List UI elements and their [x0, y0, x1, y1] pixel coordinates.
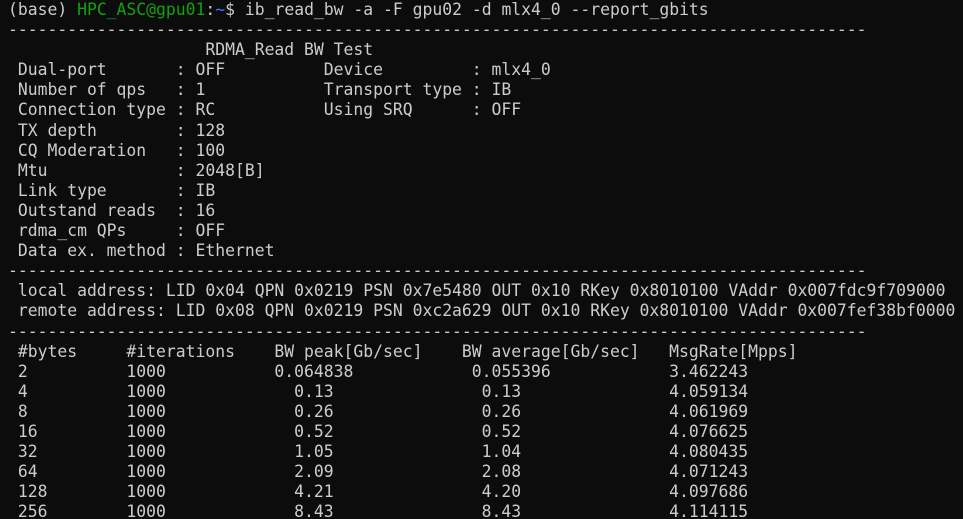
setting-line: TX depth : 128	[8, 120, 226, 140]
prompt-colon: :	[205, 0, 216, 19]
local-address-line: local address: LID 0x04 QPN 0x0219 PSN 0…	[8, 281, 946, 301]
results-row: 256 1000 8.43 8.43 4.114115	[8, 502, 749, 519]
prompt-path: ~	[215, 0, 226, 19]
setting-line: rdma_cm QPs : OFF	[8, 221, 226, 241]
separator-line: ----------------------------------------…	[8, 321, 867, 341]
prompt-user-host: HPC_ASC@gpu01	[77, 0, 206, 19]
setting-line: Data ex. method : Ethernet	[8, 241, 275, 261]
results-row: 32 1000 1.05 1.04 4.080435	[8, 442, 749, 462]
separator-line: ----------------------------------------…	[8, 261, 867, 281]
results-row: 128 1000 4.21 4.20 4.097686	[8, 482, 749, 502]
setting-line: Dual-port : OFF Device : mlx4_0	[8, 60, 551, 80]
setting-line: Link type : IB	[8, 180, 216, 200]
terminal-window[interactable]: (base) HPC_ASC@gpu01:~$ ib_read_bw -a -F…	[0, 0, 963, 519]
command-text: ib_read_bw -a -F gpu02 -d mlx4_0 --repor…	[244, 0, 709, 19]
setting-line: Outstand reads : 16	[8, 200, 216, 220]
setting-line: Connection type : RC Using SRQ : OFF	[8, 100, 522, 120]
test-title: RDMA_Read BW Test	[8, 40, 374, 60]
results-row: 8 1000 0.26 0.26 4.061969	[8, 401, 749, 421]
setting-line: CQ Moderation : 100	[8, 140, 226, 160]
prompt-symbol: $	[225, 0, 245, 19]
results-row: 64 1000 2.09 2.08 4.071243	[8, 462, 749, 482]
results-row: 2 1000 0.064838 0.055396 3.462243	[8, 361, 749, 381]
command-line: (base) HPC_ASC@gpu01:~$ ib_read_bw -a -F…	[8, 0, 963, 20]
setting-line: Mtu : 2048[B]	[8, 160, 265, 180]
remote-address-line: remote address: LID 0x08 QPN 0x0219 PSN …	[8, 301, 956, 321]
results-row: 4 1000 0.13 0.13 4.059134	[8, 381, 749, 401]
results-row: 16 1000 0.52 0.52 4.076625	[8, 421, 749, 441]
results-header: #bytes #iterations BW peak[Gb/sec] BW av…	[8, 341, 798, 361]
setting-line: Number of qps : 1 Transport type : IB	[8, 80, 512, 100]
conda-env: (base)	[8, 0, 78, 19]
separator-line: ----------------------------------------…	[8, 20, 867, 40]
